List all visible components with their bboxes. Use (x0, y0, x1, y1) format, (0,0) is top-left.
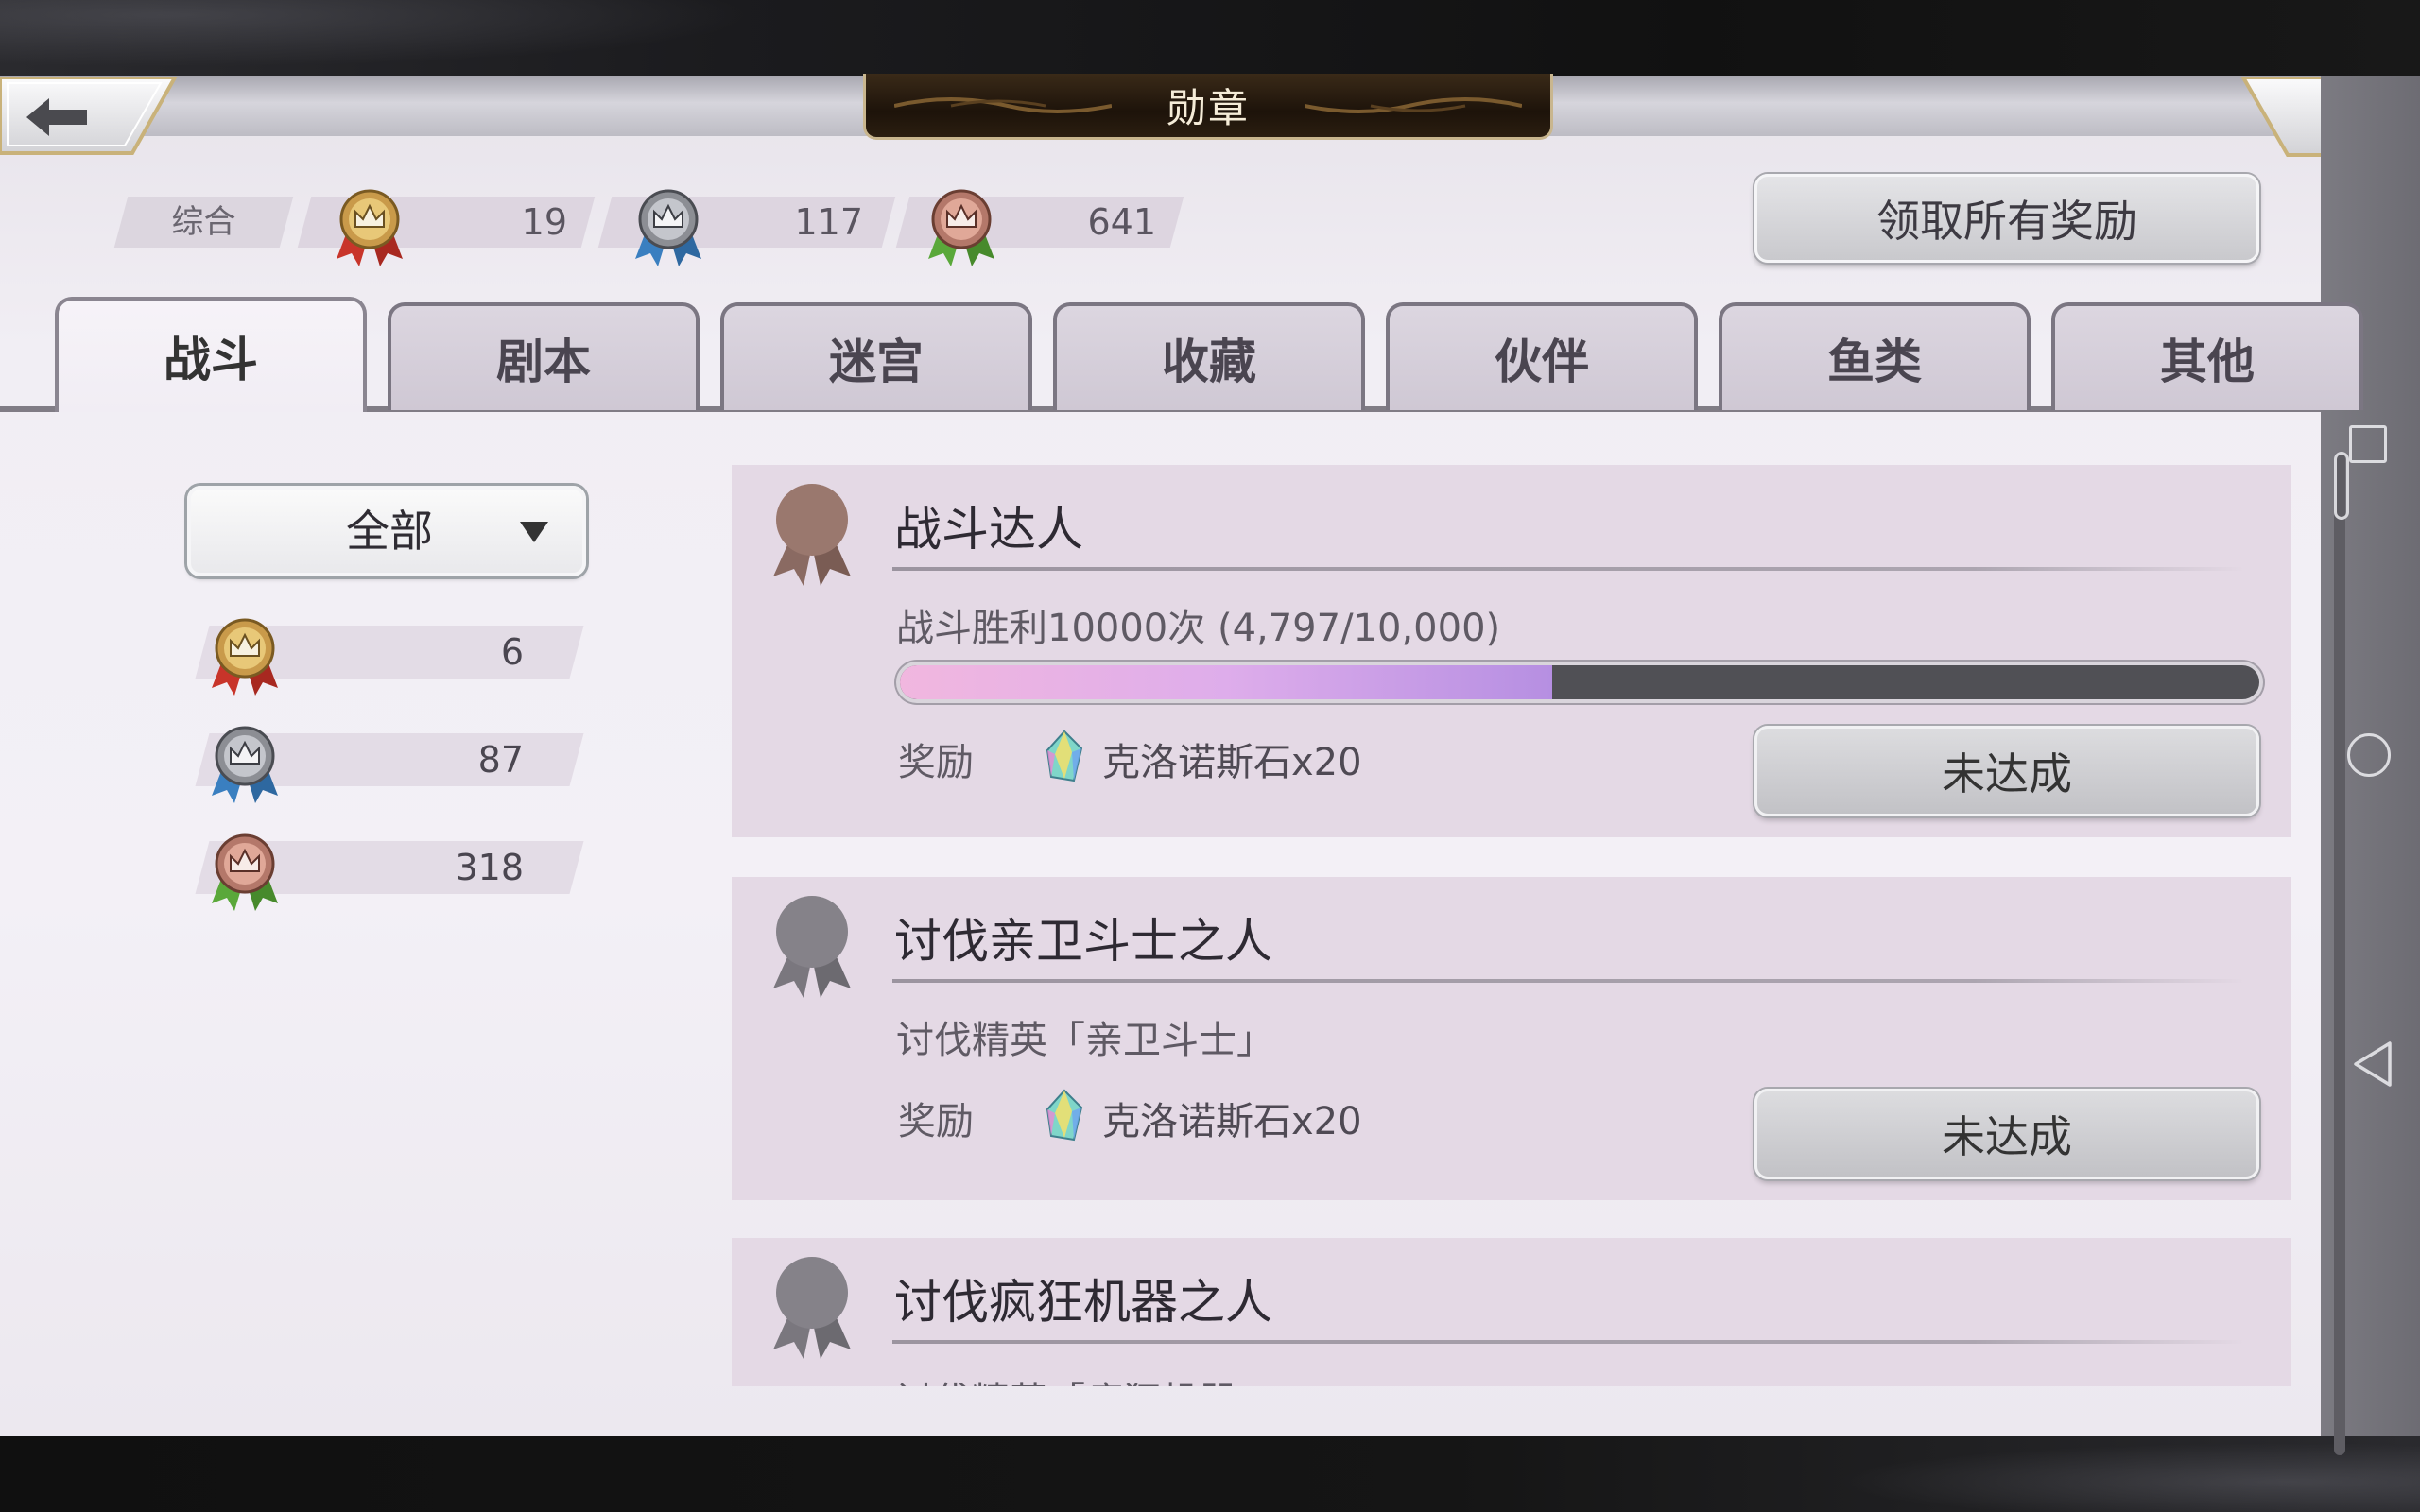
achievement-list-clip: 讨伐疯狂机器之人 讨伐精英「疯狂机器 (732, 1238, 2291, 1386)
reward-label: 奖励 (898, 741, 974, 784)
claim-all-rewards-button[interactable]: 领取所有奖励 (1754, 174, 2259, 263)
tab-story[interactable]: 剧本 (388, 302, 700, 410)
achievement-progress-bar (896, 662, 2263, 703)
sidebar-silver-count: 87 (477, 739, 524, 781)
reward-text: 克洛诺斯石x20 (1102, 1100, 1362, 1143)
page-title: 勋章 (1166, 85, 1250, 131)
bronze-medal-icon (928, 189, 994, 266)
achievement-card: 讨伐亲卫斗士之人 讨伐精英「亲卫斗士」 奖励 克洛诺斯石x20 未达成 (732, 877, 2291, 1200)
sidebar-gold-count: 6 (500, 631, 524, 673)
tab-dungeon[interactable]: 迷宫 (720, 302, 1032, 410)
sidebar-bronze-count: 318 (455, 847, 524, 888)
achievement-card: 讨伐疯狂机器之人 讨伐精英「疯狂机器 (732, 1238, 2291, 1386)
title-ornament-right (1305, 97, 1522, 113)
chronos-stone-icon (1046, 1089, 1083, 1142)
silver-medal-icon (212, 726, 278, 803)
gold-total: 19 (521, 201, 567, 243)
silver-total: 117 (794, 201, 863, 243)
tab-collection[interactable]: 收藏 (1053, 302, 1365, 410)
locked-achievement-medal-icon (773, 1257, 851, 1359)
achievement-description: 讨伐精英「亲卫斗士」 (896, 1019, 1274, 1062)
gold-medal-icon (212, 618, 278, 696)
summary-label: 综合 (171, 203, 236, 241)
summary-label-pill: 综合 (113, 197, 294, 248)
back-nav-icon[interactable] (2352, 1040, 2394, 1089)
locked-achievement-medal-icon (773, 896, 851, 998)
achievement-title: 讨伐疯狂机器之人 (894, 1275, 1272, 1330)
gold-medal-icon (337, 189, 403, 266)
home-icon[interactable] (2347, 733, 2391, 777)
bottom-ornament-bar (0, 1436, 2420, 1512)
tab-battle[interactable]: 战斗 (55, 297, 367, 412)
achievement-title: 战斗达人 (894, 502, 1083, 557)
medal-filter-dropdown[interactable]: 全部 (187, 486, 586, 576)
silver-medal-icon (635, 189, 701, 266)
bronze-achievement-medal-icon (773, 484, 851, 586)
recent-apps-icon[interactable] (2349, 425, 2387, 463)
arrow-left-icon (0, 76, 179, 155)
achievement-description: 讨伐精英「疯狂机器 (896, 1370, 1236, 1386)
tab-companion[interactable]: 伙伴 (1386, 302, 1698, 410)
scroll-track (2334, 454, 2345, 1455)
scroll-thumb[interactable] (2334, 452, 2349, 520)
achievement-status-button[interactable]: 未达成 (1754, 726, 2259, 816)
divider (892, 1340, 2244, 1344)
tab-fish[interactable]: 鱼类 (1719, 302, 2031, 410)
progress-fill (900, 665, 1552, 699)
reward-label: 奖励 (898, 1100, 974, 1143)
chronos-stone-icon (1046, 730, 1083, 782)
title-ornament-left (894, 97, 1112, 113)
page-title-plate: 勋章 (863, 74, 1553, 140)
achievement-description: 战斗胜利10000次 (4,797/10,000) (896, 607, 1501, 650)
chevron-down-icon (520, 522, 548, 542)
bronze-medal-icon (212, 833, 278, 911)
tab-other[interactable]: 其他 (2051, 302, 2363, 410)
divider (892, 567, 2244, 571)
achievement-title: 讨伐亲卫斗士之人 (894, 914, 1272, 969)
achievement-status-button[interactable]: 未达成 (1754, 1089, 2259, 1179)
achievement-card: 战斗达人 战斗胜利10000次 (4,797/10,000) 奖励 克洛诺斯石x… (732, 465, 2291, 837)
reward-text: 克洛诺斯石x20 (1102, 741, 1362, 784)
top-ornament-bar (0, 0, 2420, 76)
back-button[interactable] (0, 76, 180, 159)
bronze-total: 641 (1087, 201, 1156, 243)
divider (892, 979, 2244, 983)
